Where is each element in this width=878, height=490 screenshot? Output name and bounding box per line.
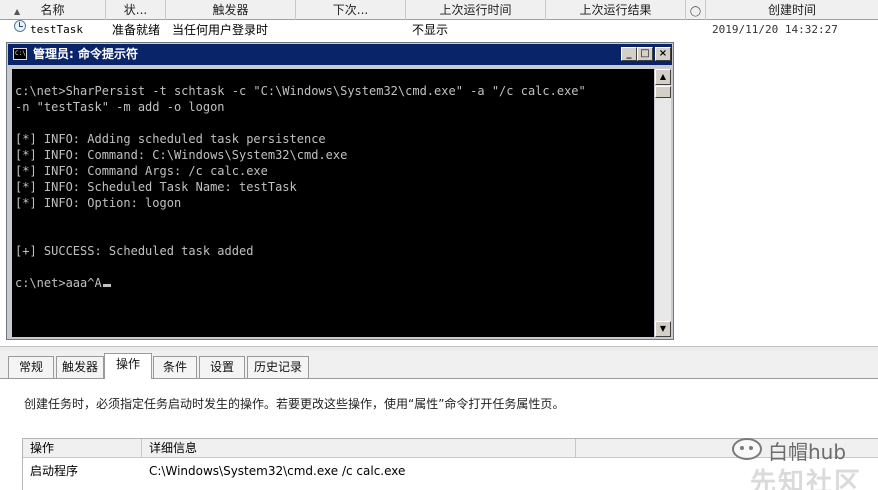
clock-icon bbox=[14, 20, 26, 32]
table-row[interactable]: 启动程序 C:\Windows\System32\cmd.exe /c calc… bbox=[23, 461, 878, 481]
scroll-thumb[interactable] bbox=[655, 86, 671, 98]
cmd-window-title: 管理员: 命令提示符 bbox=[33, 47, 138, 61]
console-line: [*] INFO: Option: logon bbox=[15, 196, 182, 210]
sort-arrow-icon: ▲ bbox=[14, 7, 21, 16]
tab-history[interactable]: 历史记录 bbox=[247, 356, 309, 378]
tab-conditions[interactable]: 条件 bbox=[153, 356, 197, 378]
column-header-lock[interactable]: ◯ bbox=[686, 0, 706, 20]
actions-table: 操作 详细信息 启动程序 C:\Windows\System32\cmd.exe… bbox=[22, 438, 878, 490]
console-line: [*] INFO: Adding scheduled task persiste… bbox=[15, 132, 326, 146]
task-last-result: 不显示 bbox=[412, 23, 449, 37]
console-line: c:\net>SharPersist -t schtask -c "C:\Win… bbox=[15, 84, 586, 98]
tab-settings[interactable]: 设置 bbox=[199, 356, 245, 378]
column-header-details[interactable]: 详细信息 bbox=[149, 439, 197, 458]
cmd-title-bar[interactable]: C:\ 管理员: 命令提示符 _ □ × bbox=[8, 44, 672, 65]
console-scrollbar[interactable]: ▲ ▼ bbox=[655, 69, 671, 337]
column-divider[interactable] bbox=[575, 439, 576, 458]
column-header-next-run[interactable]: 下次... bbox=[296, 0, 406, 20]
column-header-trigger[interactable]: 触发器 bbox=[166, 0, 296, 20]
command-prompt-window[interactable]: C:\ 管理员: 命令提示符 _ □ × c:\net>SharPersist … bbox=[6, 42, 674, 340]
action-details: C:\Windows\System32\cmd.exe /c calc.exe bbox=[149, 464, 406, 478]
task-status: 准备就绪 bbox=[112, 23, 161, 37]
console-app-icon: C:\ bbox=[13, 48, 27, 60]
console-line: [*] INFO: Command: C:\Windows\System32\c… bbox=[15, 148, 348, 162]
task-created: 2019/11/20 14:32:27 bbox=[712, 23, 838, 36]
actions-table-header: 操作 详细信息 bbox=[23, 439, 878, 458]
column-header-status[interactable]: 状... bbox=[106, 0, 166, 20]
task-name: testTask bbox=[30, 23, 83, 36]
properties-tab-strip: 常规 触发器 操作 条件 设置 历史记录 bbox=[0, 351, 878, 379]
task-trigger: 当任何用户登录时 bbox=[172, 23, 269, 37]
console-line: [*] INFO: Command Args: /c calc.exe bbox=[15, 164, 268, 178]
column-header-last-result[interactable]: 上次运行结果 bbox=[546, 0, 686, 20]
actions-description: 创建任务时，必须指定任务启动时发生的操作。若要更改这些操作，使用“属性”命令打开… bbox=[24, 397, 565, 411]
scroll-up-button[interactable]: ▲ bbox=[655, 69, 671, 85]
text-cursor bbox=[102, 284, 111, 287]
lock-icon: ◯ bbox=[689, 6, 702, 17]
close-button[interactable]: × bbox=[655, 47, 671, 61]
minimize-button[interactable]: _ bbox=[621, 47, 637, 61]
column-divider[interactable] bbox=[141, 439, 142, 458]
task-list-header: ▲ 名称 状... 触发器 下次... 上次运行时间 上次运行结果 ◯ 创建时间 bbox=[0, 0, 878, 20]
task-row-testtask[interactable]: testTask 准备就绪 当任何用户登录时 不显示 2019/11/20 14… bbox=[0, 20, 878, 40]
column-header-created[interactable]: 创建时间 bbox=[706, 0, 878, 20]
console-line: [*] INFO: Scheduled Task Name: testTask bbox=[15, 180, 297, 194]
console-line: [+] SUCCESS: Scheduled task added bbox=[15, 244, 254, 258]
actions-tab-panel: 创建任务时，必须指定任务启动时发生的操作。若要更改这些操作，使用“属性”命令打开… bbox=[0, 379, 878, 490]
column-header-name[interactable]: ▲ 名称 bbox=[0, 0, 106, 20]
tab-general[interactable]: 常规 bbox=[8, 356, 54, 378]
maximize-button[interactable]: □ bbox=[637, 47, 653, 61]
action-type: 启动程序 bbox=[30, 464, 79, 478]
console-output[interactable]: c:\net>SharPersist -t schtask -c "C:\Win… bbox=[12, 69, 654, 337]
tab-triggers[interactable]: 触发器 bbox=[56, 356, 104, 378]
console-line: -n "testTask" -m add -o logon bbox=[15, 100, 225, 114]
scroll-down-button[interactable]: ▼ bbox=[655, 321, 671, 337]
column-header-action[interactable]: 操作 bbox=[30, 439, 54, 458]
column-header-last-run[interactable]: 上次运行时间 bbox=[406, 0, 546, 20]
tab-actions[interactable]: 操作 bbox=[104, 353, 152, 379]
console-line: c:\net>aaa^A bbox=[15, 275, 654, 291]
